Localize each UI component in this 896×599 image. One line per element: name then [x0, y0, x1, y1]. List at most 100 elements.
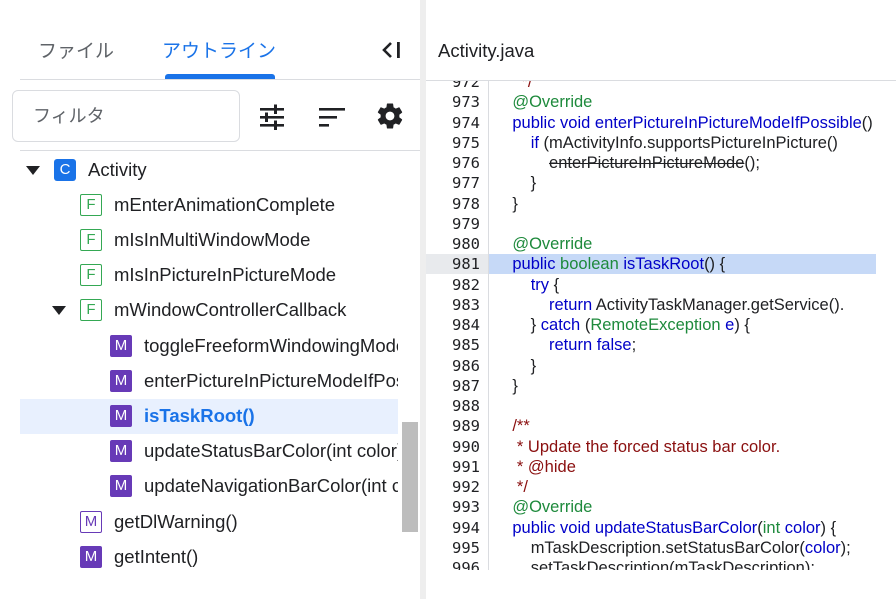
- tab-outline[interactable]: アウトライン: [162, 36, 276, 63]
- line-number: 987: [452, 376, 480, 395]
- line-number: 973: [452, 93, 480, 112]
- tree-item-label: isTaskRoot(): [144, 404, 255, 426]
- code-line: 976 enterPictureInPictureMode();: [426, 153, 876, 173]
- class-badge-icon: C: [54, 158, 76, 181]
- expand-arrow-icon[interactable]: [52, 304, 66, 316]
- code-text: @Override: [512, 93, 593, 112]
- code-text: try {: [530, 275, 560, 294]
- tree-method-item[interactable]: MgetIntent(): [20, 540, 398, 575]
- code-line: 981 public boolean isTaskRoot() {: [426, 254, 876, 275]
- tree-method-item[interactable]: MenterPictureInPictureModeIfPossible: [20, 364, 398, 399]
- filter-input[interactable]: [13, 91, 239, 141]
- method-badge-icon: M: [110, 369, 132, 392]
- outline-scrollbar-thumb[interactable]: [402, 422, 418, 532]
- line-number: 995: [452, 538, 480, 557]
- code-text: return ActivityTaskManager.getService().: [549, 295, 845, 314]
- outline-toolbar: [0, 80, 420, 150]
- line-number: 984: [452, 316, 480, 334]
- line-number: 992: [452, 478, 480, 496]
- tab-file[interactable]: ファイル: [38, 36, 114, 63]
- outline-tree: C Activity FmEnterAnimationComplete FmIsInM…: [20, 152, 398, 599]
- code-line: 984 } catch (RemoteException e) {: [426, 315, 876, 335]
- code-text: * Update the forced status bar color.: [516, 437, 781, 456]
- tree-item-label: enterPictureInPictureModeIfPossible: [144, 369, 398, 391]
- gear-icon[interactable]: [375, 101, 405, 131]
- line-number: 977: [452, 174, 480, 193]
- line-number: 988: [452, 397, 480, 415]
- line-number: 974: [452, 113, 480, 132]
- line-number: 996: [452, 559, 480, 570]
- code-text: public void updateStatusBarColor(int col…: [512, 518, 837, 537]
- tree-item-label: mIsInMultiWindowMode: [114, 228, 311, 250]
- code-text: @Override: [512, 235, 593, 253]
- tree-item-label: updateStatusBarColor(int color): [144, 440, 398, 462]
- tune-icon[interactable]: [258, 103, 286, 131]
- editor-panel: Activity.java 972 */973 @Override 974 pub…: [426, 0, 896, 599]
- line-number: 991: [452, 457, 480, 476]
- line-number: 972: [452, 81, 480, 91]
- tree-method-item[interactable]: MtoggleFreeformWindowingMode: [20, 329, 398, 364]
- line-number: 983: [452, 295, 480, 314]
- code-text: }: [494, 356, 537, 375]
- code-line: 996 setTaskDescription(mTaskDescription)…: [426, 558, 876, 570]
- code-line: 974 public void enterPictureInPictureMod…: [426, 113, 876, 133]
- tree-field-item[interactable]: FmWindowControllerCallback: [20, 293, 398, 328]
- tree-method-item[interactable]: MupdateNavigationBarColor(int color): [20, 469, 398, 504]
- code-text: */: [516, 478, 528, 496]
- tree-method-item[interactable]: MupdateStatusBarColor(int color): [20, 434, 398, 469]
- code-line: 983 return ActivityTaskManager.getServic…: [426, 295, 876, 315]
- code-text: } catch (RemoteException e) {: [494, 316, 750, 334]
- code-line: 982 try {: [426, 275, 876, 295]
- method-badge-icon: M: [80, 510, 102, 533]
- line-number: 980: [452, 235, 480, 253]
- line-number: 975: [452, 133, 480, 152]
- tree-field-item[interactable]: FmIsInMultiWindowMode: [20, 223, 398, 258]
- tree-item-label: mEnterAnimationComplete: [114, 193, 336, 215]
- code-text: @Override: [512, 498, 593, 517]
- tree-item-label: getDlWarning(): [114, 510, 238, 532]
- expand-arrow-icon[interactable]: [26, 164, 40, 176]
- code-line: 995 mTaskDescription.setStatusBarColor(c…: [426, 538, 876, 558]
- tree-method-item[interactable]: MgetDlWarning(): [20, 505, 398, 540]
- code-text: }: [494, 376, 518, 395]
- tree-item-label: getIntent(): [114, 545, 199, 567]
- filter-field[interactable]: [12, 90, 240, 142]
- code-text: enterPictureInPictureMode();: [549, 154, 760, 172]
- method-badge-icon: M: [80, 545, 102, 568]
- code-text: public boolean isTaskRoot() {: [512, 255, 726, 274]
- line-number: 993: [452, 498, 480, 517]
- code-line: 975 if (mActivityInfo.supportsPictureInP…: [426, 133, 876, 153]
- code-line: 980 @Override: [426, 234, 876, 254]
- code-text: if (mActivityInfo.supportsPictureInPictu…: [530, 133, 838, 152]
- field-badge-icon: F: [80, 228, 102, 251]
- line-number: 979: [452, 214, 480, 233]
- code-line: 978 }: [426, 194, 876, 214]
- method-badge-icon: M: [110, 440, 132, 463]
- code-text: setTaskDescription(mTaskDescription);: [530, 559, 815, 570]
- tree-class-item[interactable]: C Activity: [20, 153, 398, 188]
- code-line: 987 }: [426, 376, 876, 396]
- tree-method-item[interactable]: MisTaskRoot(): [20, 398, 398, 434]
- panel-tabs: ファイル アウトライン: [0, 0, 420, 80]
- tree-field-item[interactable]: FmIsInPictureInPictureMode: [20, 258, 398, 293]
- tree-item-label: mWindowControllerCallback: [114, 299, 347, 321]
- code-line: 972 */: [426, 81, 876, 92]
- code-line: 992 */: [426, 477, 876, 497]
- line-number: 985: [452, 336, 480, 355]
- code-text: mTaskDescription.setStatusBarColor(color…: [530, 538, 851, 557]
- code-line: 985 return false;: [426, 335, 876, 355]
- outline-panel: ファイル アウトライン フィルタ C Activity F mEnterAnim…: [0, 0, 420, 599]
- code-line: 991 * @hide: [426, 457, 876, 477]
- line-number: 976: [452, 154, 480, 172]
- code-text: * @hide: [516, 457, 576, 476]
- collapse-panel-icon[interactable]: [380, 38, 404, 62]
- sort-icon[interactable]: [318, 103, 346, 131]
- code-line: 986 }: [426, 356, 876, 376]
- line-number: 982: [452, 275, 480, 294]
- editor-bottom-space: [426, 570, 896, 599]
- field-badge-icon: F: [80, 264, 102, 287]
- tree-field-item[interactable]: FmEnterAnimationComplete: [20, 188, 398, 223]
- code-line: 973 @Override: [426, 92, 876, 112]
- code-editor[interactable]: 972 */973 @Override 974 public void enter…: [426, 81, 876, 570]
- code-line: 979: [426, 214, 876, 234]
